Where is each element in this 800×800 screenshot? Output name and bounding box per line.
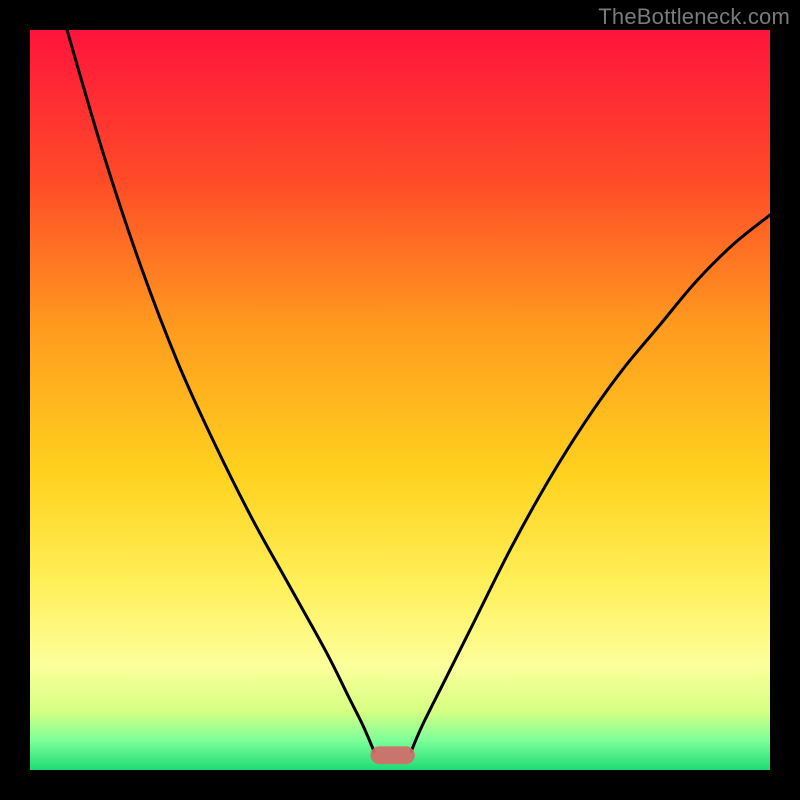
chart-marker (370, 746, 414, 764)
watermark-text: TheBottleneck.com (598, 4, 790, 30)
chart-container: TheBottleneck.com (0, 0, 800, 800)
minimum-marker (370, 746, 414, 764)
bottleneck-chart (30, 30, 770, 770)
chart-background (30, 30, 770, 770)
